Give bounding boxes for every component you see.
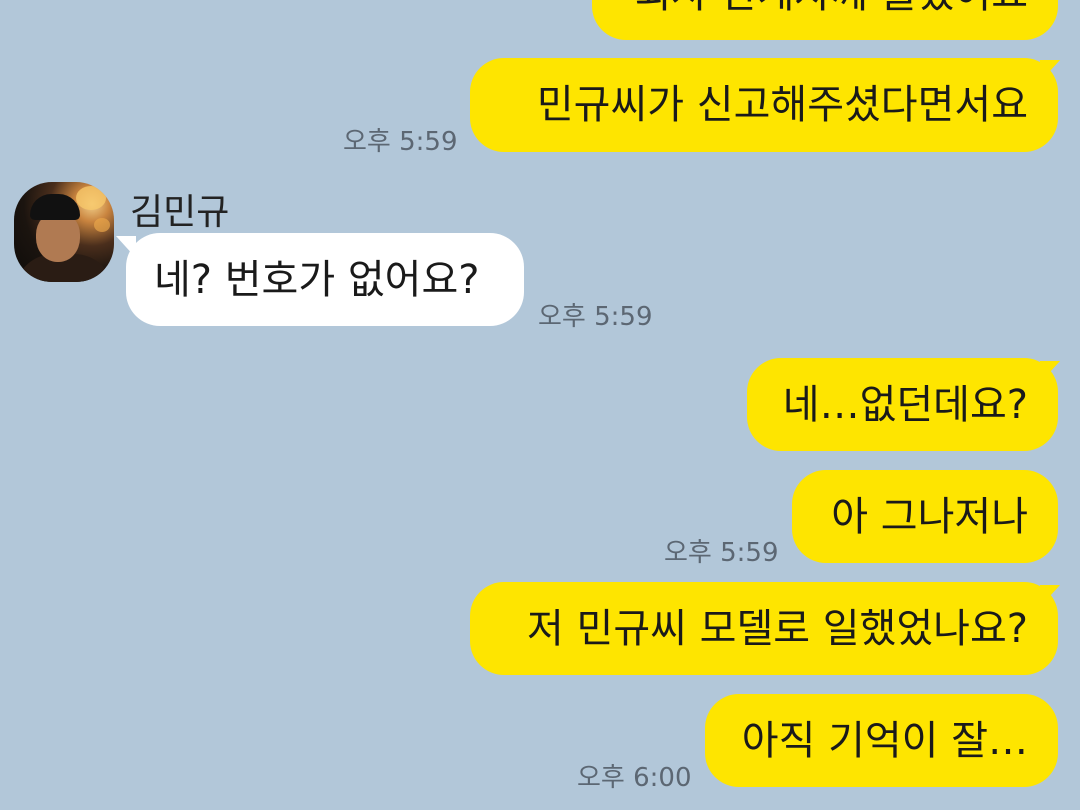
contact-avatar[interactable] (14, 182, 114, 282)
message-text: 아직 기억이 잘… (741, 717, 1028, 764)
outgoing-message[interactable]: 아직 기억이 잘… (705, 694, 1058, 787)
outgoing-message[interactable]: 회사 관계자께 들었어요 (592, 0, 1058, 40)
message-text: 네? 번호가 없어요? (154, 256, 480, 303)
message-timestamp: 오후 6:00 (577, 763, 692, 793)
outgoing-message[interactable]: 민규씨가 신고해주셨다면서요 (470, 58, 1058, 152)
avatar-photo-detail (76, 186, 106, 210)
message-text: 회사 관계자께 들었어요 (635, 0, 1028, 14)
incoming-message[interactable]: 네? 번호가 없어요? (126, 233, 524, 326)
message-timestamp: 오후 5:59 (538, 302, 653, 332)
message-text: 민규씨가 신고해주셨다면서요 (536, 82, 1028, 128)
message-text: 아 그나저나 (831, 493, 1028, 540)
avatar-photo-detail (94, 218, 110, 232)
sender-name: 김민규 (130, 192, 230, 233)
message-timestamp: 오후 5:59 (664, 538, 779, 568)
outgoing-message[interactable]: 저 민규씨 모델로 일했었나요? (470, 582, 1058, 675)
outgoing-message[interactable]: 네…없던데요? (747, 358, 1058, 451)
avatar-photo-detail (30, 194, 80, 220)
outgoing-message[interactable]: 아 그나저나 (792, 470, 1058, 563)
message-text: 저 민규씨 모델로 일했었나요? (527, 605, 1028, 652)
chat-area[interactable]: 회사 관계자께 들었어요 민규씨가 신고해주셨다면서요 오후 5:59 김민규 … (0, 0, 1080, 810)
message-text: 네…없던데요? (782, 381, 1028, 428)
message-timestamp: 오후 5:59 (343, 127, 458, 157)
